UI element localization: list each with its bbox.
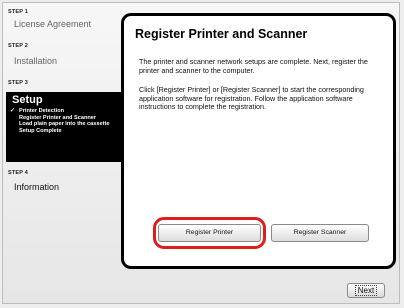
setup-step-active: Setup ✓ Printer Detection Register Print… (6, 92, 122, 162)
next-button[interactable]: Next (347, 283, 385, 298)
step-4-name: Information (14, 182, 60, 192)
intro-text: The printer and scanner network setups a… (139, 57, 368, 75)
substep-load-paper: Load plain paper into the cassette (19, 121, 110, 128)
register-printer-button[interactable]: Register Printer (158, 224, 261, 242)
step-1-label: STEP 1 (8, 9, 29, 15)
page-title: Register Printer and Scanner (135, 27, 308, 41)
setup-substeps: ✓ Printer Detection Register Printer and… (10, 108, 120, 134)
checkmark-icon: ✓ (10, 108, 16, 114)
step-sidebar: STEP 1 License Agreement STEP 2 Installa… (6, 6, 122, 266)
instructions-text: Click [Register Printer] or [Register Sc… (139, 85, 364, 112)
step-3-name: Setup (12, 94, 43, 106)
step-2-label: STEP 2 (8, 43, 29, 49)
step-3-label: STEP 3 (8, 80, 29, 86)
step-4-label: STEP 4 (8, 170, 29, 176)
substep-register-printer-scanner: Register Printer and Scanner (19, 114, 97, 121)
step-1-name: License Agreement (14, 19, 92, 29)
step-2-name: Installation (14, 56, 58, 66)
substep-setup-complete: Setup Complete (19, 127, 62, 134)
next-button-label: Next (354, 285, 378, 296)
register-scanner-button[interactable]: Register Scanner (271, 224, 369, 242)
substep-printer-detection: ✓ Printer Detection (10, 108, 65, 114)
